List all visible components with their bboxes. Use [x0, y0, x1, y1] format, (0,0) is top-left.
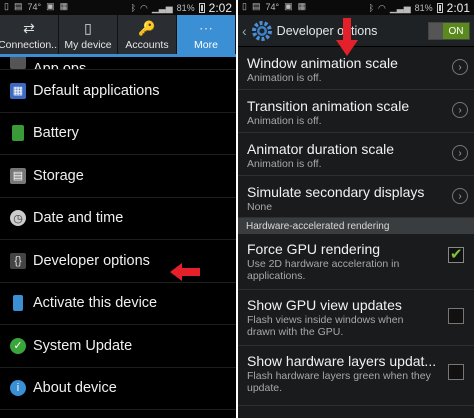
- tab-accounts[interactable]: 🔑 Accounts: [118, 15, 177, 54]
- tab-more[interactable]: ⋯ More: [177, 15, 236, 54]
- back-chevron-icon[interactable]: ‹: [242, 23, 247, 39]
- info-icon: i: [10, 380, 26, 397]
- settings-screen: ▯ ▤ 74° ▣ ▦ ᛒ ◠ ▁▃▅ 81% 2:02 ⇄ Connectio…: [0, 0, 236, 418]
- bluetooth-icon: ᛒ: [130, 3, 136, 13]
- clock: 2:01: [446, 1, 470, 15]
- simulate-secondary-displays-item[interactable]: Simulate secondary displays None ›: [238, 176, 474, 218]
- status-bar: ▯ ▤ 74° ▣ ▦ ᛒ ◠ ▁▃▅ 81% 2:01: [238, 0, 474, 15]
- settings-item-app-ops[interactable]: App ops: [0, 57, 236, 70]
- braces-icon: {}: [10, 252, 26, 269]
- battery-percent: 81%: [414, 3, 433, 13]
- show-gpu-view-updates-checkbox[interactable]: [448, 308, 464, 324]
- settings-tabs: ⇄ Connection... ▯ My device 🔑 Accounts ⋯…: [0, 15, 236, 57]
- network-badge: 74°: [27, 1, 42, 12]
- settings-list: App ops ▦ Default applications Battery ▤…: [0, 57, 236, 410]
- page-title: Developer options: [276, 23, 378, 38]
- wifi-icon: ◠: [378, 2, 386, 13]
- settings-item-developer-options[interactable]: {} Developer options: [0, 240, 236, 283]
- image-icon: ▣: [284, 1, 293, 11]
- wifi-icon: ◠: [140, 2, 148, 13]
- developer-options-toggle[interactable]: ON: [428, 22, 470, 40]
- battery-percent: 81%: [176, 3, 195, 13]
- show-hardware-layers-updates-checkbox[interactable]: [448, 364, 464, 380]
- transition-animation-scale-item[interactable]: Transition animation scale Animation is …: [238, 90, 474, 133]
- network-badge: 74°: [265, 1, 280, 12]
- battery-icon: [436, 3, 443, 13]
- device-icon: ▯: [84, 19, 92, 36]
- accounts-icon: 🔑: [138, 19, 156, 36]
- signal-icon: ▁▃▅: [389, 2, 411, 13]
- show-gpu-view-updates-item[interactable]: Show GPU view updates Flash views inside…: [238, 290, 474, 346]
- notification-icon: ▦: [59, 1, 69, 11]
- force-gpu-rendering-item[interactable]: Force GPU rendering Use 2D hardware acce…: [238, 234, 474, 290]
- settings-item-storage[interactable]: ▤ Storage: [0, 155, 236, 198]
- notification-icon: ▯: [4, 1, 9, 11]
- update-icon: ✓: [10, 337, 26, 354]
- section-header: Hardware-accelerated rendering: [238, 218, 474, 234]
- red-arrow-down-annotation: [336, 18, 358, 56]
- clock: 2:02: [208, 1, 232, 15]
- battery-icon: [12, 125, 24, 142]
- animator-duration-scale-item[interactable]: Animator duration scale Animation is off…: [238, 133, 474, 176]
- show-hardware-layers-updates-item[interactable]: Show hardware layers updat... Flash hard…: [238, 346, 474, 406]
- default-apps-icon: ▦: [10, 82, 26, 99]
- settings-item-activate-device[interactable]: Activate this device: [0, 283, 236, 325]
- force-gpu-rendering-checkbox[interactable]: [448, 245, 464, 263]
- notification-icon: ▤: [251, 1, 261, 11]
- more-icon: ⋯: [199, 19, 213, 36]
- gear-icon[interactable]: [251, 20, 273, 42]
- chevron-right-icon: ›: [452, 59, 468, 75]
- developer-options-list: Window animation scale Animation is off.…: [238, 47, 474, 406]
- connections-icon: ⇄: [23, 19, 35, 36]
- notification-icon: ▤: [13, 1, 23, 11]
- clock-icon: ◷: [10, 210, 26, 227]
- battery-icon: [198, 3, 205, 13]
- notification-icon: ▯: [242, 1, 247, 11]
- signal-icon: ▁▃▅: [151, 2, 173, 13]
- bluetooth-icon: ᛒ: [368, 3, 374, 13]
- settings-item-date-and-time[interactable]: ◷ Date and time: [0, 198, 236, 240]
- settings-item-system-update[interactable]: ✓ System Update: [0, 325, 236, 368]
- app-ops-icon: [10, 57, 26, 69]
- image-icon: ▣: [46, 1, 55, 11]
- settings-item-default-applications[interactable]: ▦ Default applications: [0, 70, 236, 113]
- chevron-right-icon: ›: [452, 145, 468, 161]
- tab-my-device[interactable]: ▯ My device: [59, 15, 118, 54]
- chevron-right-icon: ›: [452, 102, 468, 118]
- notification-icon: ▦: [297, 1, 307, 11]
- red-arrow-left-annotation: [170, 263, 200, 281]
- settings-item-battery[interactable]: Battery: [0, 113, 236, 155]
- settings-item-about-device[interactable]: i About device: [0, 368, 236, 410]
- phone-icon: [13, 295, 23, 312]
- storage-icon: ▤: [10, 167, 26, 184]
- developer-options-screen: ▯ ▤ 74° ▣ ▦ ᛒ ◠ ▁▃▅ 81% 2:01 ‹ Developer…: [238, 0, 474, 418]
- tab-connections[interactable]: ⇄ Connection...: [0, 15, 59, 54]
- status-bar: ▯ ▤ 74° ▣ ▦ ᛒ ◠ ▁▃▅ 81% 2:02: [0, 0, 236, 15]
- chevron-right-icon: ›: [452, 188, 468, 204]
